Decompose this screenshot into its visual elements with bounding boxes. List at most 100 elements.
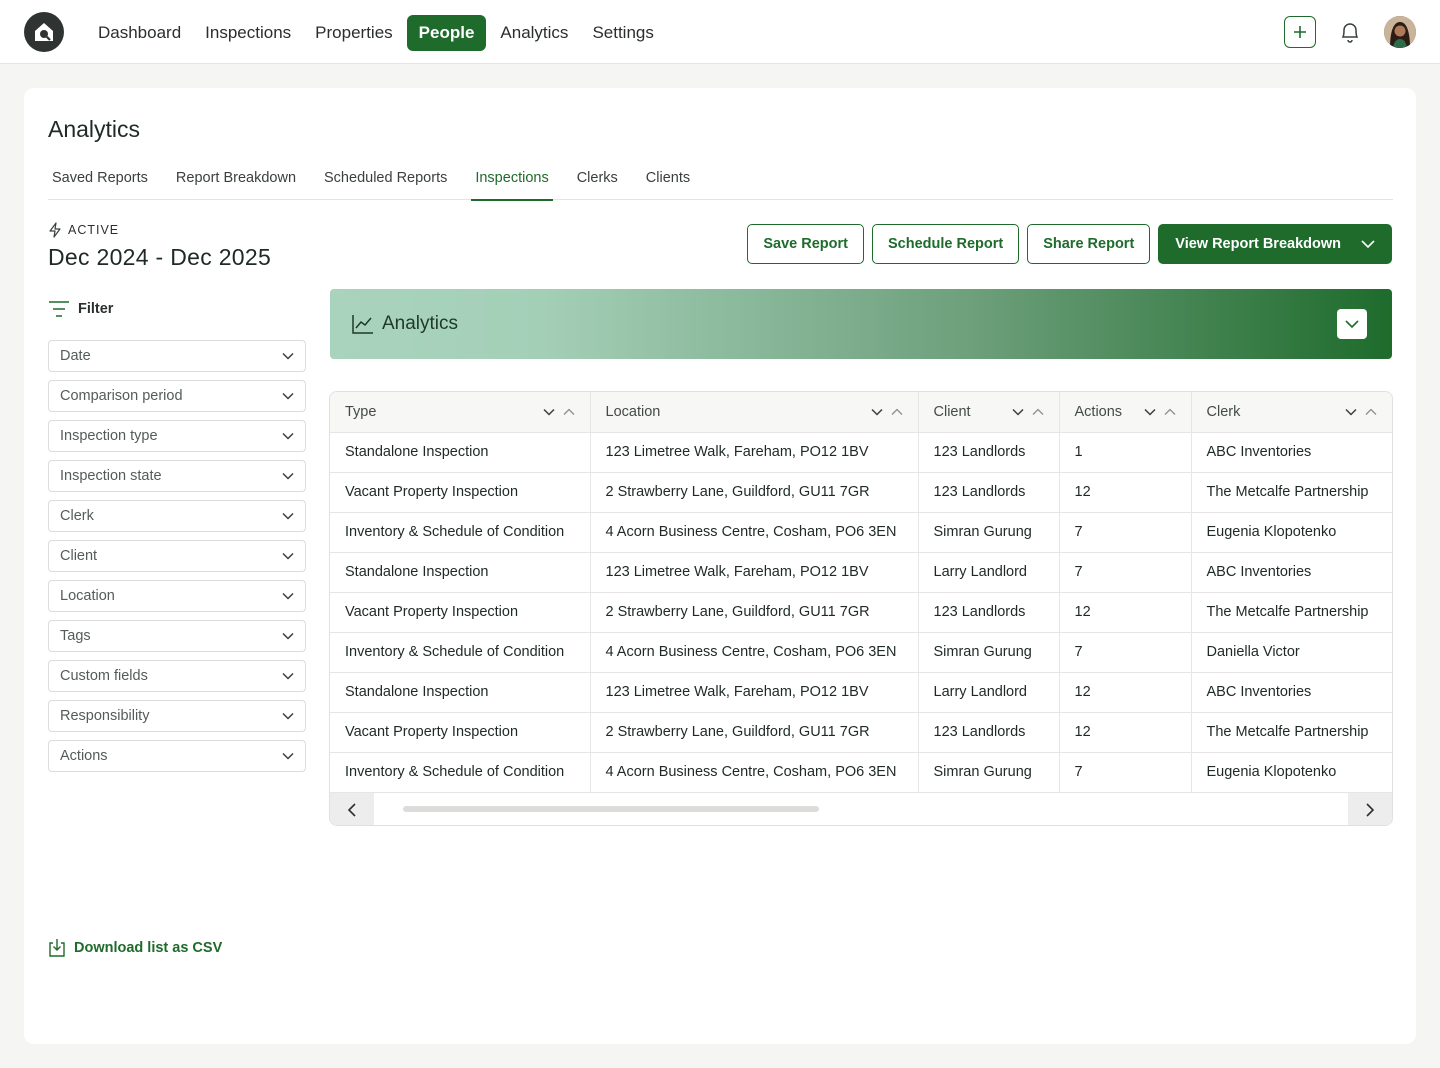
tab-clients[interactable]: Clients: [642, 170, 694, 200]
column-header-label: Actions: [1074, 403, 1123, 420]
table-row[interactable]: Standalone Inspection 123 Limetree Walk, …: [330, 552, 1392, 593]
filter-dropdown[interactable]: Responsibility: [48, 700, 306, 732]
table-cell: ABC Inventories: [1191, 432, 1392, 473]
scroll-left-button[interactable]: [330, 793, 374, 825]
table-row[interactable]: Vacant Property Inspection 2 Strawberry L…: [330, 592, 1392, 633]
table-cell: 12: [1059, 472, 1192, 513]
banner-collapse-button[interactable]: [1337, 309, 1367, 339]
table-row[interactable]: Standalone Inspection 123 Limetree Walk, …: [330, 432, 1392, 473]
table-cell: Standalone Inspection: [330, 552, 591, 593]
sort-up-icon[interactable]: [1365, 408, 1377, 416]
column-header-label: Location: [605, 403, 661, 420]
filter-dropdown[interactable]: Comparison period: [48, 380, 306, 412]
nav-analytics[interactable]: Analytics: [490, 15, 578, 51]
schedule-report-button[interactable]: Schedule Report: [872, 224, 1020, 264]
analytics-banner: Analytics: [330, 289, 1392, 359]
sort-up-icon[interactable]: [1164, 408, 1176, 416]
download-csv-link[interactable]: Download list as CSV: [48, 938, 222, 958]
view-report-breakdown-button[interactable]: View Report Breakdown: [1158, 224, 1392, 264]
scroll-right-button[interactable]: [1348, 793, 1392, 825]
table-cell: Standalone Inspection: [330, 432, 591, 473]
sort-down-icon[interactable]: [542, 408, 555, 416]
table-cell: 123 Landlords: [918, 592, 1060, 633]
table-cell: 123 Limetree Walk, Fareham, PO12 1BV: [590, 672, 919, 713]
sort-up-icon[interactable]: [1032, 408, 1044, 416]
nav-properties[interactable]: Properties: [305, 15, 402, 51]
table-row[interactable]: Standalone Inspection 123 Limetree Walk, …: [330, 672, 1392, 713]
avatar[interactable]: [1384, 16, 1416, 48]
table-row[interactable]: Inventory & Schedule of Condition 4 Acorn…: [330, 512, 1392, 553]
chevron-down-icon: [282, 392, 294, 400]
table-row[interactable]: Vacant Property Inspection 2 Strawberry L…: [330, 712, 1392, 753]
tab-saved-reports[interactable]: Saved Reports: [48, 170, 152, 200]
tab-report-breakdown[interactable]: Report Breakdown: [172, 170, 300, 200]
table-cell: 2 Strawberry Lane, Guildford, GU11 7GR: [590, 592, 919, 633]
filter-dropdown[interactable]: Clerk: [48, 500, 306, 532]
scrollbar-thumb[interactable]: [403, 806, 819, 812]
table-row[interactable]: Vacant Property Inspection 2 Strawberry L…: [330, 472, 1392, 513]
sort-up-icon[interactable]: [563, 408, 575, 416]
share-report-button[interactable]: Share Report: [1027, 224, 1151, 264]
column-header[interactable]: Actions: [1059, 392, 1192, 433]
sort-down-icon[interactable]: [1345, 408, 1357, 416]
nav-dashboard[interactable]: Dashboard: [88, 15, 191, 51]
filter-header[interactable]: Filter: [48, 300, 113, 318]
table-cell: Eugenia Klopotenko: [1191, 512, 1392, 553]
filter-dropdown[interactable]: Date: [48, 340, 306, 372]
table-cell: ABC Inventories: [1191, 672, 1392, 713]
table-cell: 4 Acorn Business Centre, Cosham, PO6 3EN: [590, 512, 919, 553]
nav-settings[interactable]: Settings: [582, 15, 663, 51]
column-header[interactable]: Client: [918, 392, 1060, 433]
column-header[interactable]: Clerk: [1191, 392, 1392, 433]
tab-inspections[interactable]: Inspections: [471, 170, 554, 201]
column-header[interactable]: Type: [330, 392, 591, 433]
chevron-down-icon: [282, 632, 294, 640]
filter-dropdown[interactable]: Client: [48, 540, 306, 572]
table-cell: 7: [1059, 632, 1192, 673]
chevron-down-icon: [1345, 320, 1359, 329]
filter-dropdown-label: Comparison period: [60, 388, 183, 404]
horizontal-scrollbar[interactable]: [330, 792, 1392, 825]
filter-dropdown[interactable]: Actions: [48, 740, 306, 772]
table-cell: Vacant Property Inspection: [330, 472, 591, 513]
column-header[interactable]: Location: [590, 392, 919, 433]
filter-dropdown[interactable]: Inspection state: [48, 460, 306, 492]
chevron-down-icon: [282, 472, 294, 480]
lightning-icon: [49, 222, 61, 238]
table-row[interactable]: Inventory & Schedule of Condition 4 Acorn…: [330, 632, 1392, 673]
filter-dropdown[interactable]: Custom fields: [48, 660, 306, 692]
table-row[interactable]: Inventory & Schedule of Condition 4 Acorn…: [330, 752, 1392, 793]
sort-up-icon[interactable]: [891, 408, 903, 416]
filter-dropdown-label: Inspection type: [60, 428, 158, 444]
table-cell: 123 Landlords: [918, 472, 1060, 513]
column-header-label: Client: [933, 403, 971, 420]
table-cell: Inventory & Schedule of Condition: [330, 512, 591, 553]
nav-inspections[interactable]: Inspections: [195, 15, 301, 51]
table-cell: 12: [1059, 672, 1192, 713]
home-logo-icon[interactable]: [24, 12, 64, 52]
filter-dropdown-label: Clerk: [60, 508, 94, 524]
filter-dropdown-label: Custom fields: [60, 668, 148, 684]
table-cell: Standalone Inspection: [330, 672, 591, 713]
tab-clerks[interactable]: Clerks: [573, 170, 622, 200]
tab-scheduled-reports[interactable]: Scheduled Reports: [320, 170, 451, 200]
table-cell: Vacant Property Inspection: [330, 712, 591, 753]
filter-dropdown-label: Inspection state: [60, 468, 162, 484]
filter-dropdown[interactable]: Location: [48, 580, 306, 612]
status-label: ACTIVE: [68, 223, 120, 237]
save-report-button[interactable]: Save Report: [747, 224, 864, 264]
sort-down-icon[interactable]: [870, 408, 883, 416]
add-button[interactable]: [1284, 16, 1316, 48]
sort-down-icon[interactable]: [1143, 408, 1156, 416]
sort-down-icon[interactable]: [1011, 408, 1024, 416]
table-cell: 7: [1059, 552, 1192, 593]
nav-people[interactable]: People: [406, 15, 487, 51]
notifications-button[interactable]: [1336, 18, 1364, 46]
bell-icon: [1341, 23, 1359, 43]
table-cell: Eugenia Klopotenko: [1191, 752, 1392, 793]
table-cell: 123 Limetree Walk, Fareham, PO12 1BV: [590, 552, 919, 593]
filter-dropdown[interactable]: Inspection type: [48, 420, 306, 452]
filter-dropdown[interactable]: Tags: [48, 620, 306, 652]
top-navigation: Dashboard Inspections Properties People …: [0, 0, 1440, 64]
report-status: ACTIVE: [48, 222, 119, 238]
